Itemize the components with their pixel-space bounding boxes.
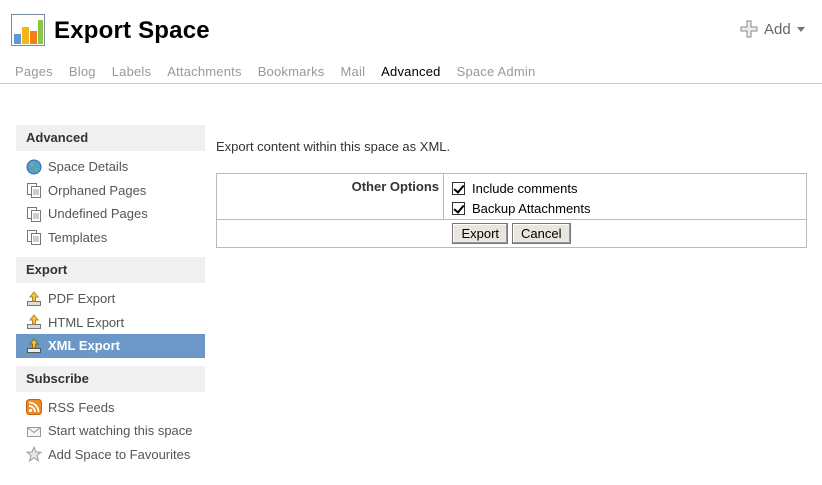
rss-icon [26, 399, 42, 416]
sidebar-item-xml-export[interactable]: XML Export [16, 334, 205, 358]
sidebar-item-watch-space[interactable]: Start watching this space [16, 419, 205, 443]
tab-bookmarks[interactable]: Bookmarks [258, 64, 325, 79]
include-comments-option: Include comments [452, 178, 591, 198]
sidebar-item-html-export[interactable]: HTML Export [16, 311, 205, 335]
sidebar-item-space-details[interactable]: Space Details [16, 155, 205, 179]
tab-attachments[interactable]: Attachments [167, 64, 241, 79]
star-icon [26, 446, 42, 463]
sidebar-item-pdf-export[interactable]: PDF Export [16, 287, 205, 311]
sidebar-item-label: Orphaned Pages [48, 182, 147, 198]
export-button[interactable]: Export [452, 223, 509, 244]
sidebar-item-label: RSS Feeds [48, 399, 115, 415]
export-icon [27, 314, 41, 330]
sidebar-section-advanced: Advanced [16, 125, 205, 151]
pages-icon [27, 206, 41, 222]
backup-attachments-checkbox[interactable] [452, 201, 465, 215]
sidebar-item-label: Templates [48, 229, 108, 245]
export-icon [27, 337, 41, 353]
sidebar: Advanced Space Details Orphaned Pages Un [16, 125, 205, 474]
tab-mail[interactable]: Mail [341, 64, 366, 79]
tab-pages[interactable]: Pages [15, 64, 53, 79]
sidebar-item-label: HTML Export [48, 314, 125, 330]
sidebar-item-label: PDF Export [48, 291, 116, 307]
sidebar-item-rss-feeds[interactable]: RSS Feeds [16, 396, 205, 420]
sidebar-item-add-favourites[interactable]: Add Space to Favourites [16, 443, 205, 467]
chevron-down-icon [796, 26, 805, 32]
export-options-table: Other Options Include comments Backup At… [216, 173, 807, 248]
export-description: Export content within this space as XML. [216, 139, 451, 154]
sidebar-section-subscribe: Subscribe [16, 365, 205, 392]
space-tabs: Pages Blog Labels Attachments Bookmarks … [15, 64, 551, 79]
page-title: Export Space [54, 17, 210, 44]
include-comments-checkbox[interactable] [452, 181, 465, 195]
plus-icon [740, 20, 758, 38]
backup-attachments-label: Backup Attachments [472, 200, 591, 216]
sidebar-item-label: XML Export [48, 338, 120, 354]
tab-blog[interactable]: Blog [69, 64, 96, 79]
cancel-button[interactable]: Cancel [512, 223, 571, 244]
pages-icon [27, 183, 41, 199]
tab-advanced[interactable]: Advanced [381, 64, 440, 79]
sidebar-section-export: Export [16, 257, 205, 283]
add-label: Add [764, 20, 791, 38]
space-logo-icon [11, 14, 45, 46]
sidebar-item-label: Start watching this space [48, 423, 193, 439]
export-icon [27, 290, 41, 306]
sidebar-item-label: Add Space to Favourites [48, 446, 191, 462]
sidebar-item-label: Undefined Pages [48, 206, 148, 222]
pages-icon [27, 230, 41, 246]
envelope-icon [27, 426, 41, 437]
sidebar-item-templates[interactable]: Templates [16, 226, 205, 250]
include-comments-label: Include comments [472, 180, 578, 196]
form-actions: Export Cancel [217, 220, 806, 247]
globe-icon [26, 159, 42, 175]
add-menu-button[interactable]: Add [740, 20, 805, 38]
tab-space-admin[interactable]: Space Admin [457, 64, 536, 79]
page-header: Export Space Add Pages Blog Labels Attac… [0, 0, 822, 84]
backup-attachments-option: Backup Attachments [452, 198, 591, 218]
sidebar-item-undefined-pages[interactable]: Undefined Pages [16, 202, 205, 226]
sidebar-item-label: Space Details [48, 159, 129, 175]
sidebar-item-orphaned-pages[interactable]: Orphaned Pages [16, 179, 205, 203]
other-options-label: Other Options [217, 174, 444, 219]
tab-labels[interactable]: Labels [112, 64, 152, 79]
